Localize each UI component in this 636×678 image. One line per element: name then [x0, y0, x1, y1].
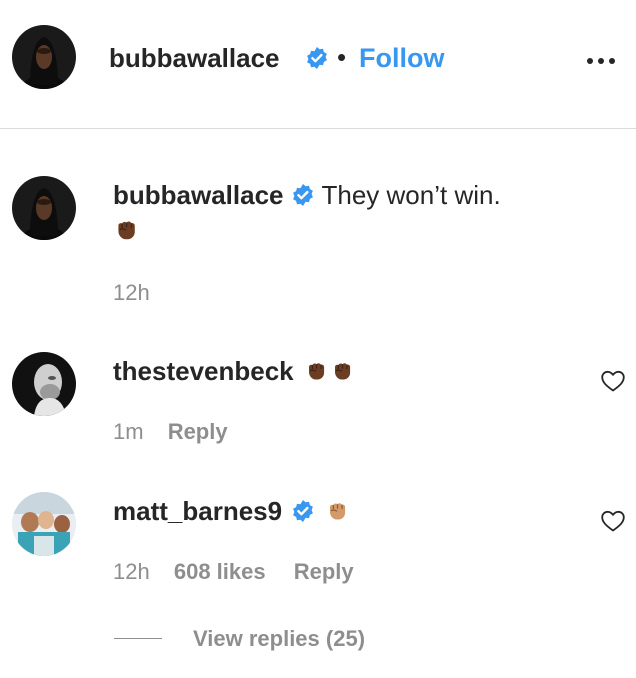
more-horizontal-icon[interactable] [585, 53, 617, 64]
raised-fist-emoji-icon [319, 507, 349, 524]
comment-line: matt_barnes9 [113, 496, 349, 527]
replies-divider-line [114, 638, 162, 639]
header-avatar[interactable] [12, 25, 76, 89]
caption-username[interactable]: bubbawallace [113, 180, 284, 210]
likes-count[interactable]: 608 likes [174, 559, 266, 584]
comment-avatar[interactable] [12, 352, 76, 416]
verified-badge-icon [291, 183, 315, 207]
raised-fist-emoji-icon [113, 217, 139, 245]
caption-avatar[interactable] [12, 176, 76, 240]
comment-username[interactable]: matt_barnes9 [113, 496, 282, 526]
caption-text: They won’t win. [321, 180, 501, 210]
comment-meta: 1m Reply [113, 419, 228, 445]
like-heart-icon[interactable] [600, 369, 626, 393]
verified-badge-icon [291, 499, 315, 523]
header-separator: • [337, 42, 347, 72]
header-divider [0, 128, 636, 129]
comment-meta: 12h 608 likes Reply [113, 559, 354, 585]
reply-button[interactable]: Reply [168, 419, 228, 444]
header-username[interactable]: bubbawallace [109, 43, 280, 74]
verified-badge-icon [305, 46, 329, 72]
comment-avatar[interactable] [12, 492, 76, 556]
like-heart-icon[interactable] [600, 509, 626, 533]
follow-button[interactable]: Follow [359, 43, 444, 74]
comment-timestamp[interactable]: 1m [113, 419, 144, 444]
comment-timestamp[interactable]: 12h [113, 559, 150, 584]
caption-line: bubbawallace They won’t win. [113, 180, 501, 211]
comment-line: thestevenbeck [113, 356, 354, 387]
view-replies-button[interactable]: View replies (25) [193, 626, 365, 652]
caption-timestamp[interactable]: 12h [113, 280, 150, 306]
raised-fist-emoji-icon [298, 367, 354, 384]
comment-username[interactable]: thestevenbeck [113, 356, 294, 386]
reply-button[interactable]: Reply [294, 559, 354, 584]
